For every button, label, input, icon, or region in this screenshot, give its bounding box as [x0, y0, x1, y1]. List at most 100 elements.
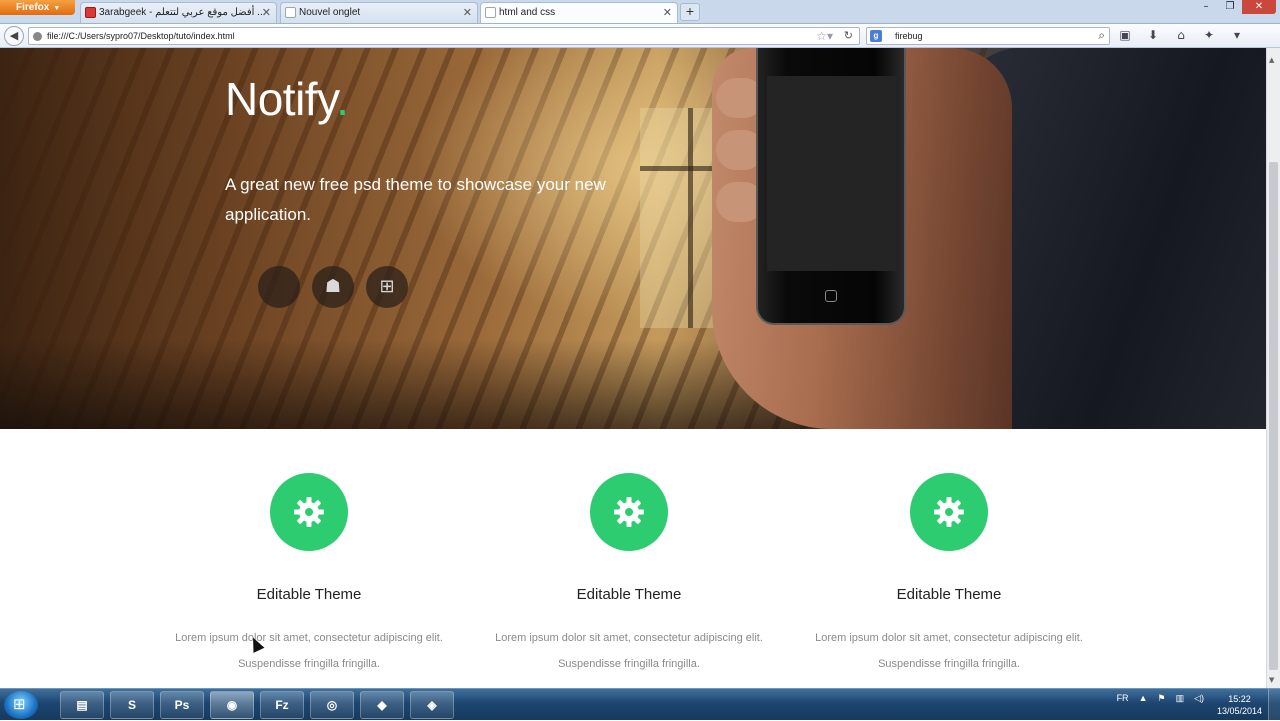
windows-taskbar: ▤ S Ps ◉ Fz ◎ ◆ ◈ FR ▲ ⚑ ▥ ◁) 15:22 13/0…: [0, 688, 1280, 721]
search-icon[interactable]: ⌕: [1098, 28, 1105, 43]
menu-chevron-icon[interactable]: ▾: [1228, 28, 1246, 42]
window-controls: – ❐ ✕: [1194, 0, 1276, 14]
brand-logo[interactable]: Notify.: [225, 72, 349, 126]
page-viewport: Notify. A great new free psd theme to sh…: [0, 48, 1266, 688]
address-bar[interactable]: file:///C:/Users/sypro07/Desktop/tuto/in…: [28, 27, 860, 45]
toolbar-icons: ▣ ⬇ ⌂ ✦ ▾: [1116, 28, 1246, 42]
hero-section: Notify. A great new free psd theme to sh…: [0, 48, 1266, 429]
feature-text: Lorem ipsum dolor sit amet, consectetur …: [469, 625, 789, 677]
action-center-icon[interactable]: ⚑: [1157, 693, 1165, 704]
bookmark-star-icon[interactable]: ☆▾: [816, 29, 833, 43]
search-input-value: firebug: [895, 31, 923, 41]
feature-text: Lorem ipsum dolor sit amet, consectetur …: [149, 625, 469, 677]
android-icon: ☗: [324, 276, 342, 297]
close-icon[interactable]: ✕: [262, 6, 271, 19]
chrome-glyph: ◎: [326, 698, 338, 712]
windows-store-button[interactable]: ⊞: [366, 266, 408, 308]
feature-card: Editable Theme Lorem ipsum dolor sit ame…: [789, 429, 1109, 677]
feature-icon-circle: [270, 473, 348, 551]
network-icon[interactable]: ▥: [1176, 693, 1185, 704]
feature-text-line: Suspendisse fringilla fringilla.: [238, 658, 380, 670]
phone-home-button: [825, 290, 837, 302]
firebug-icon[interactable]: ✦: [1200, 28, 1218, 42]
taskbar-app-icon[interactable]: ◈: [410, 691, 454, 719]
scroll-down-icon[interactable]: ▼: [1269, 676, 1274, 684]
brand-name: Notify: [225, 73, 337, 125]
feature-card: Editable Theme Lorem ipsum dolor sit ame…: [149, 429, 469, 677]
minimize-icon[interactable]: –: [1194, 0, 1218, 14]
feature-icon-circle: [590, 473, 668, 551]
start-button[interactable]: [4, 691, 38, 719]
tab-new-tab[interactable]: Nouvel onglet ✕: [280, 2, 478, 23]
url-text: file:///C:/Users/sypro07/Desktop/tuto/in…: [47, 31, 235, 41]
photoshop-glyph: Ps: [174, 698, 190, 712]
home-icon[interactable]: ⌂: [1172, 28, 1190, 42]
download-icon[interactable]: ⬇: [1144, 28, 1162, 42]
windows-icon: ⊞: [379, 276, 395, 297]
window-close-icon[interactable]: ✕: [1242, 0, 1276, 14]
feature-title: Editable Theme: [256, 586, 362, 603]
scrollbar-thumb[interactable]: [1269, 162, 1278, 670]
search-bar[interactable]: g firebug ⌕: [866, 27, 1110, 45]
page-favicon-icon: [285, 7, 296, 18]
vertical-scrollbar[interactable]: ▲ ▼: [1266, 48, 1280, 688]
explorer-glyph: ▤: [76, 698, 88, 712]
google-engine-icon[interactable]: g: [870, 30, 882, 42]
feature-text-line: Lorem ipsum dolor sit amet, consectetur …: [815, 632, 1083, 644]
tab-3arabgeek[interactable]: 3arabgeek - أفضل موقع عربي لتتعلم ... ✕: [80, 2, 277, 23]
phone-screen: [767, 76, 897, 271]
feature-icon-circle: [910, 473, 988, 551]
taskbar-filezilla-icon[interactable]: Fz: [260, 691, 304, 719]
tab-html-and-css[interactable]: html and css ✕: [480, 2, 678, 23]
system-clock[interactable]: 15:22 13/05/2014: [1217, 693, 1262, 717]
close-icon[interactable]: ✕: [463, 6, 472, 19]
new-tab-button[interactable]: +: [680, 3, 700, 21]
reload-icon[interactable]: ↻: [844, 29, 853, 42]
taskbar-firefox-icon[interactable]: ◉: [210, 691, 254, 719]
restore-icon[interactable]: ❐: [1218, 0, 1242, 14]
feature-title: Editable Theme: [896, 586, 1002, 603]
scroll-up-icon[interactable]: ▲: [1269, 56, 1274, 64]
clock-time: 15:22: [1228, 694, 1251, 704]
taskbar-chrome-icon[interactable]: ◎: [310, 691, 354, 719]
sublime-glyph: S: [127, 698, 136, 712]
features-section: Editable Theme Lorem ipsum dolor sit ame…: [0, 429, 1266, 688]
taskbar-explorer-icon[interactable]: ▤: [60, 691, 104, 719]
feature-text-line: Suspendisse fringilla fringilla.: [878, 658, 1020, 670]
language-indicator[interactable]: FR: [1117, 693, 1129, 704]
app-glyph: ◈: [427, 698, 437, 712]
volume-icon[interactable]: ◁): [1194, 693, 1204, 704]
tab-label: 3arabgeek - أفضل موقع عربي لتتعلم ...: [99, 7, 266, 18]
feature-text-line: Suspendisse fringilla fringilla.: [558, 658, 700, 670]
site-identity-icon[interactable]: [33, 32, 42, 41]
feature-text: Lorem ipsum dolor sit amet, consectetur …: [789, 625, 1109, 677]
back-arrow-icon: ◀: [9, 29, 19, 42]
feature-card: Editable Theme Lorem ipsum dolor sit ame…: [469, 429, 789, 677]
site-favicon-icon: [85, 7, 96, 18]
taskbar-sublime-icon[interactable]: S: [110, 691, 154, 719]
hero-tagline: A great new free psd theme to showcase y…: [225, 175, 606, 224]
feature-text-line: Lorem ipsum dolor sit amet, consectetur …: [175, 632, 443, 644]
firefox-menu-label: Firefox: [16, 2, 50, 13]
clock-date: 13/05/2014: [1216, 706, 1262, 716]
platform-buttons: ☗ ⊞: [258, 266, 408, 308]
back-button[interactable]: ◀: [4, 26, 24, 46]
chevron-down-icon: ▼: [53, 5, 61, 12]
browser-tab-bar: Firefox ▼ 3arabgeek - أفضل موقع عربي لتتع…: [0, 0, 1280, 24]
brand-dot: .: [336, 73, 349, 125]
android-store-button[interactable]: ☗: [312, 266, 354, 308]
app-glyph: ◆: [377, 698, 387, 712]
web-developer-icon[interactable]: ▣: [1116, 28, 1134, 42]
show-desktop-button[interactable]: [1268, 689, 1280, 721]
taskbar-photoshop-icon[interactable]: Ps: [160, 691, 204, 719]
tab-label: html and css: [499, 7, 556, 18]
apple-store-button[interactable]: [258, 266, 300, 308]
tray-expand-icon[interactable]: ▲: [1139, 693, 1148, 704]
gear-icon: [934, 497, 964, 527]
firefox-menu-button[interactable]: Firefox ▼: [0, 0, 75, 15]
navigation-bar: ◀ file:///C:/Users/sypro07/Desktop/tuto/…: [0, 24, 1280, 48]
feature-title: Editable Theme: [576, 586, 682, 603]
hero-phone-image: [756, 48, 906, 325]
close-icon[interactable]: ✕: [663, 6, 672, 19]
taskbar-app-icon[interactable]: ◆: [360, 691, 404, 719]
